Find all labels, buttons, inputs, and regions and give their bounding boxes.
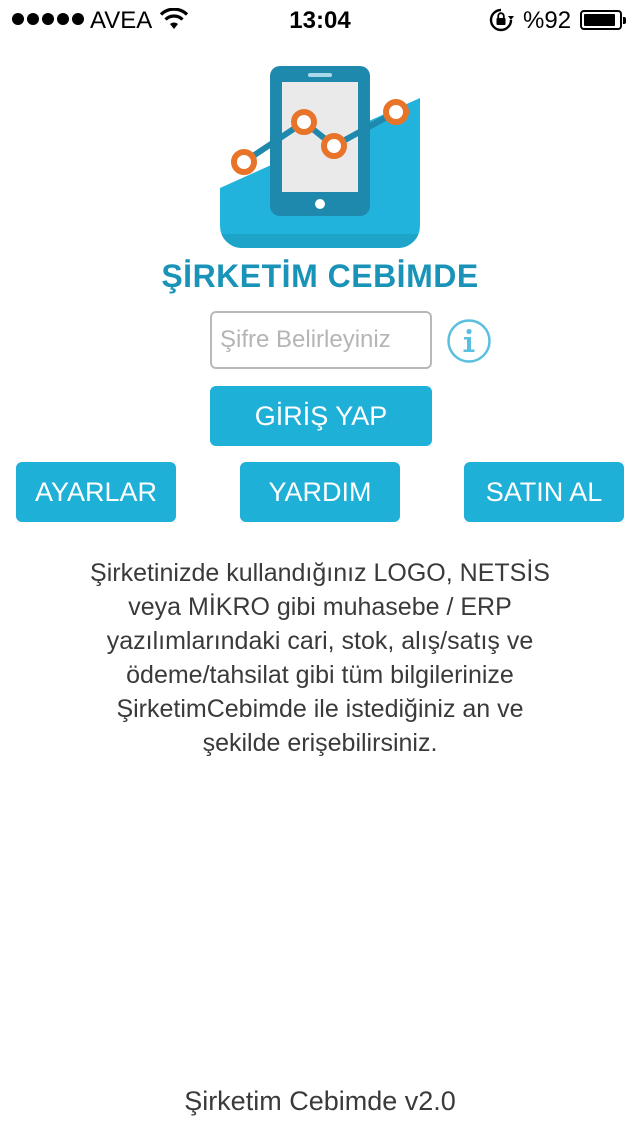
status-bar: AVEA 13:04 %92 — [0, 0, 640, 40]
login-button[interactable]: GİRİŞ YAP — [210, 386, 432, 446]
description-line: veya MİKRO gibi muhasebe / ERP — [128, 593, 512, 621]
description-line: ŞirketimCebimde ile istediğiniz an ve — [116, 695, 524, 723]
app-description: Şirketinizde kullandığınız LOGO, NETSİS … — [40, 556, 600, 760]
battery-percent: %92 — [523, 7, 572, 34]
app-logo-icon — [220, 48, 420, 248]
orientation-lock-icon — [489, 8, 514, 32]
app-title: ŞİRKETİM CEBİMDE — [161, 258, 479, 294]
buy-button[interactable]: SATIN AL — [464, 462, 624, 522]
settings-button[interactable]: AYARLAR — [16, 462, 176, 522]
info-icon[interactable] — [446, 318, 492, 364]
help-button[interactable]: YARDIM — [240, 462, 400, 522]
description-line: Şirketinizde kullandığınız LOGO, NETSİS — [90, 559, 550, 587]
description-line: yazılımlarındaki cari, stok, alış/satış … — [106, 627, 534, 655]
description-line: ödeme/tahsilat gibi tüm bilgilerinize — [126, 661, 514, 689]
app-version: Şirketim Cebimde v2.0 — [184, 1086, 456, 1116]
password-input[interactable] — [210, 311, 432, 369]
battery-icon — [580, 10, 626, 30]
description-line: şekilde erişebilirsiniz. — [202, 729, 438, 757]
